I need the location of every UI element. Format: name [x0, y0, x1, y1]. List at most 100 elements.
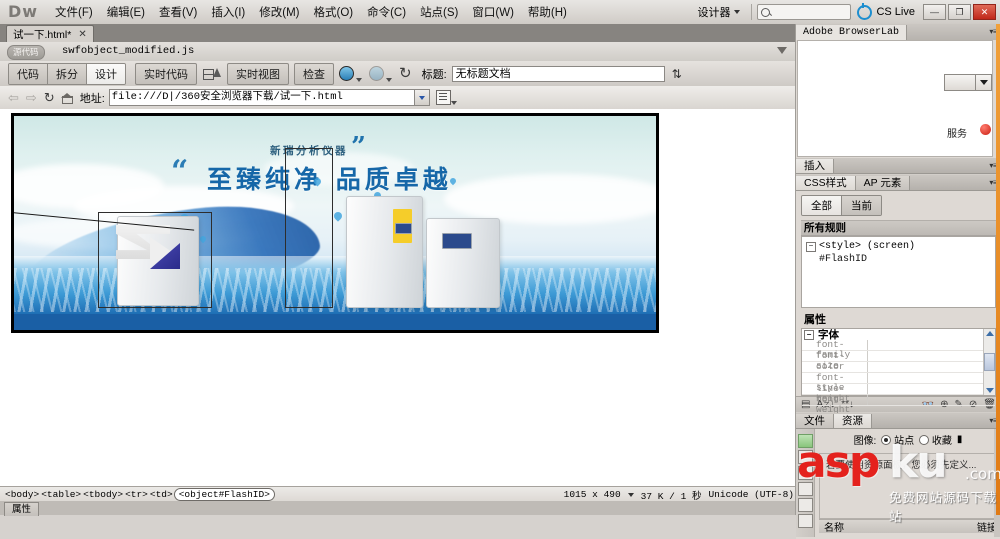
chevron-down-icon[interactable]: [386, 78, 392, 82]
menu-insert[interactable]: 插入(I): [204, 1, 252, 23]
related-file-swfobject[interactable]: swfobject_modified.js: [62, 45, 194, 57]
tag-body[interactable]: <body>: [4, 489, 40, 500]
close-button[interactable]: ✕: [973, 4, 996, 20]
tag-selector-bar[interactable]: <body> <table> <tbody> <tr> <td> <object…: [0, 486, 799, 502]
browserlab-tab[interactable]: Adobe BrowserLab: [796, 25, 907, 40]
live-code-button[interactable]: 实时代码: [135, 63, 197, 85]
live-view-button[interactable]: 实时视图: [227, 63, 289, 85]
search-input[interactable]: [757, 4, 851, 20]
properties-scrollbar[interactable]: [983, 329, 995, 395]
assets-flash-icon[interactable]: [798, 482, 813, 496]
menu-format[interactable]: 格式(O): [306, 1, 360, 23]
menu-help[interactable]: 帮助(H): [521, 1, 574, 23]
assets-colors-icon[interactable]: [798, 450, 813, 464]
selection-rectangle-flash[interactable]: [285, 148, 333, 308]
menu-window[interactable]: 窗口(W): [465, 1, 521, 23]
assets-images-icon[interactable]: [798, 434, 813, 448]
preview-in-browser-icon[interactable]: [339, 66, 354, 81]
assets-urls-icon[interactable]: [798, 466, 813, 480]
split-view-button[interactable]: 拆分: [48, 64, 87, 84]
banner-image[interactable]: 新瑞分析仪器 ” “ 至臻纯净 品质卓越: [11, 113, 659, 333]
tag-tbody[interactable]: <tbody>: [82, 489, 124, 500]
menu-edit[interactable]: 编辑(E): [100, 1, 152, 23]
column-name[interactable]: 名称: [819, 519, 972, 534]
expander-icon[interactable]: −: [804, 330, 814, 340]
back-icon[interactable]: ⇦: [8, 90, 19, 106]
scope-current-button[interactable]: 当前: [842, 196, 881, 215]
close-icon[interactable]: ✕: [78, 29, 86, 40]
filter-icon[interactable]: [777, 47, 787, 54]
property-value[interactable]: [868, 362, 995, 372]
property-value[interactable]: [868, 395, 995, 405]
menu-file[interactable]: 文件(F): [48, 1, 100, 23]
tag-td[interactable]: <td>: [149, 489, 174, 500]
design-view-button[interactable]: 设计: [87, 64, 125, 84]
source-code-button[interactable]: 源代码: [7, 45, 45, 60]
document-tab[interactable]: 试一下.html* ✕: [6, 25, 94, 43]
page-title-input[interactable]: 无标题文档: [452, 66, 665, 82]
chevron-down-icon[interactable]: [628, 493, 634, 497]
tab-ap-elements[interactable]: AP 元素: [856, 176, 911, 190]
view-mode-group[interactable]: 代码 拆分 设计: [8, 63, 126, 85]
browserlab-dropdown[interactable]: [944, 74, 992, 91]
tag-object-flashid[interactable]: <object#FlashID>: [174, 488, 275, 501]
rule-style-screen[interactable]: <style> (screen): [819, 241, 915, 252]
property-value[interactable]: [868, 351, 995, 361]
menu-bar[interactable]: 文件(F) 编辑(E) 查看(V) 插入(I) 修改(M) 格式(O) 命令(C…: [48, 0, 574, 24]
visual-aids-icon[interactable]: [369, 66, 384, 81]
menu-commands[interactable]: 命令(C): [360, 1, 413, 23]
assets-movies-icon[interactable]: [798, 514, 813, 528]
property-value[interactable]: [868, 384, 995, 394]
cs-live-button[interactable]: CS Live: [857, 5, 915, 20]
property-value[interactable]: [868, 373, 995, 383]
property-row[interactable]: font-weight: [802, 395, 995, 406]
css-scope-toggle[interactable]: 全部 当前: [801, 195, 882, 216]
tag-tr[interactable]: <tr>: [124, 489, 149, 500]
chevron-down-icon[interactable]: [356, 78, 362, 82]
scroll-down-icon[interactable]: [986, 388, 994, 393]
restore-button[interactable]: ❐: [948, 4, 971, 20]
rule-flashid[interactable]: #FlashID: [819, 254, 867, 265]
code-view-button[interactable]: 代码: [9, 64, 48, 84]
assets-refresh-icon[interactable]: ▮: [957, 434, 963, 445]
browser-list-icon[interactable]: [436, 90, 451, 105]
address-dropdown-button[interactable]: [414, 90, 429, 105]
scrollbar-thumb[interactable]: [984, 353, 995, 371]
assets-shockwave-icon[interactable]: [798, 498, 813, 512]
tag-table[interactable]: <table>: [40, 489, 82, 500]
tab-insert[interactable]: 插入: [796, 159, 834, 173]
property-value[interactable]: [868, 340, 995, 350]
address-input[interactable]: file:///D|/360安全浏览器下载/试一下.html: [109, 89, 430, 106]
menu-modify[interactable]: 修改(M): [252, 1, 306, 23]
properties-tab[interactable]: 属性: [4, 502, 39, 516]
workspace-switcher[interactable]: 设计器: [691, 2, 746, 22]
tree-row-style[interactable]: − <style> (screen): [806, 240, 995, 253]
tab-css-styles[interactable]: CSS样式: [796, 176, 856, 190]
dock-resize-handle[interactable]: [996, 24, 1000, 515]
chevron-down-icon[interactable]: [451, 101, 457, 105]
forward-icon[interactable]: ⇨: [26, 90, 37, 106]
window-size-value[interactable]: 1015 x 490: [564, 489, 621, 500]
inspect-button[interactable]: 检查: [294, 63, 334, 85]
css-rules-tree[interactable]: − <style> (screen) #FlashID: [801, 236, 996, 308]
minimize-button[interactable]: —: [923, 4, 946, 20]
reload-icon[interactable]: ↻: [44, 90, 55, 106]
expander-icon[interactable]: −: [806, 242, 816, 252]
assets-category-rail[interactable]: [796, 429, 815, 537]
scope-all-button[interactable]: 全部: [802, 196, 842, 215]
refresh-icon[interactable]: ↻: [399, 67, 412, 81]
tree-row-flashid[interactable]: #FlashID: [806, 253, 995, 266]
radio-favorites-option[interactable]: 收藏: [919, 432, 952, 447]
view-options-icon[interactable]: [202, 66, 222, 82]
home-icon[interactable]: [62, 93, 73, 102]
scroll-up-icon[interactable]: [986, 331, 994, 336]
css-properties-grid[interactable]: − 字体 font-family font-size color: [801, 328, 996, 396]
dropdown-button[interactable]: [975, 75, 991, 90]
design-canvas[interactable]: 新瑞分析仪器 ” “ 至臻纯净 品质卓越: [0, 109, 795, 486]
radio-site-option[interactable]: 站点: [881, 432, 914, 447]
file-management-icon[interactable]: ⇅: [672, 67, 680, 81]
tab-files[interactable]: 文件: [796, 414, 834, 428]
menu-site[interactable]: 站点(S): [413, 1, 465, 23]
tab-assets[interactable]: 资源: [834, 414, 872, 428]
menu-view[interactable]: 查看(V): [152, 1, 204, 23]
